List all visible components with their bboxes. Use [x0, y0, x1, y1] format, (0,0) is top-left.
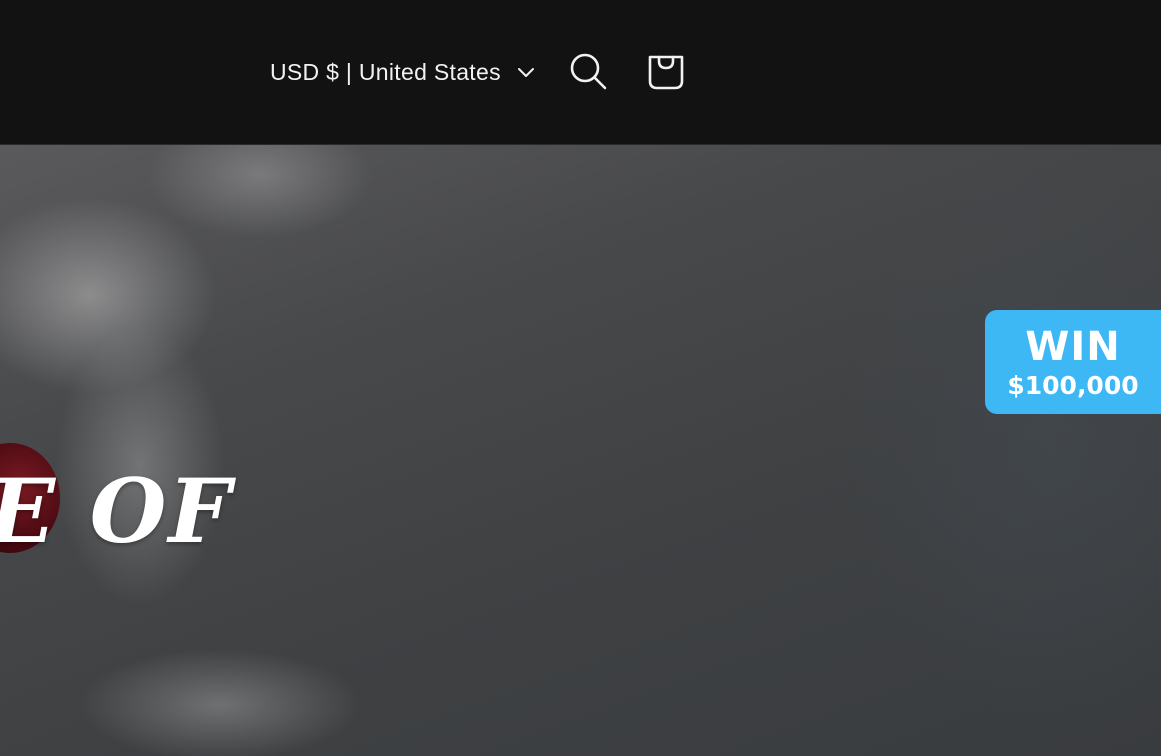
- win-promo-badge[interactable]: WIN $100,000: [985, 310, 1161, 414]
- cart-icon[interactable]: [642, 47, 690, 95]
- chevron-down-icon: [517, 68, 534, 77]
- country-currency-label: USD $ | United States: [270, 58, 501, 85]
- win-promo-title: WIN: [1025, 324, 1121, 370]
- hero-headline: E OF: [0, 459, 233, 563]
- site-header: USD $ | United States: [0, 0, 1161, 145]
- search-icon[interactable]: [565, 49, 611, 95]
- country-currency-selector[interactable]: USD $ | United States: [262, 50, 543, 94]
- win-promo-amount: $100,000: [1007, 371, 1139, 400]
- hero-banner: E OF: [0, 145, 1161, 756]
